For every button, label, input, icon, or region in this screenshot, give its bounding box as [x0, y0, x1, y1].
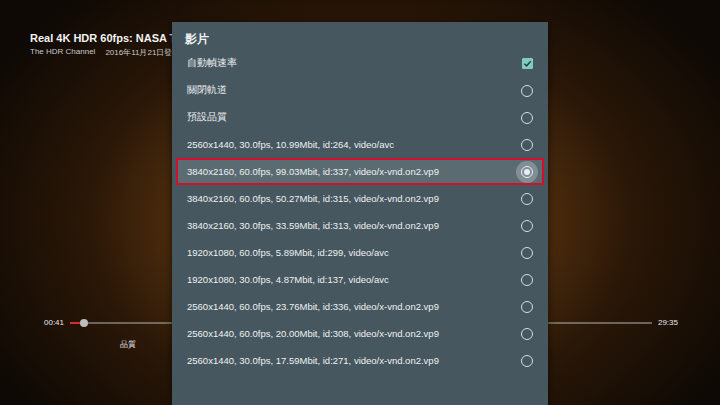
option-label: 2560x1440, 30.0fps, 10.99Mbit, id:264, v… — [187, 139, 394, 150]
radio-icon[interactable] — [516, 215, 538, 237]
video-info: Real 4K HDR 60fps: NASA Th The HDR Chann… — [30, 31, 183, 58]
track-option[interactable]: 3840x2160, 60.0fps, 99.03Mbit, id:337, v… — [176, 158, 544, 185]
radio-icon[interactable] — [516, 188, 538, 210]
track-option[interactable]: 預設品質 — [176, 104, 544, 131]
video-title: Real 4K HDR 60fps: NASA Th — [30, 31, 183, 45]
track-option[interactable]: 3840x2160, 30.0fps, 33.59Mbit, id:313, v… — [176, 212, 544, 239]
video-player: Real 4K HDR 60fps: NASA Th The HDR Chann… — [0, 0, 720, 405]
seek-knob[interactable] — [80, 319, 88, 327]
video-track-dialog: 影片 自動幀速率 關閉軌道 預設品質 2560x1440, 30.0fps, 1… — [172, 22, 548, 405]
track-option[interactable]: 2560x1440, 30.0fps, 17.59Mbit, id:271, v… — [176, 347, 544, 374]
track-option[interactable]: 關閉軌道 — [176, 77, 544, 104]
radio-icon[interactable] — [516, 242, 538, 264]
option-label: 2560x1440, 60.0fps, 23.76Mbit, id:336, v… — [187, 301, 439, 312]
upload-date: 2016年11月21日發 — [105, 47, 172, 58]
option-label: 3840x2160, 60.0fps, 50.27Mbit, id:315, v… — [187, 193, 439, 204]
option-label: 關閉軌道 — [187, 84, 227, 97]
radio-icon[interactable] — [516, 269, 538, 291]
duration-time: 29:35 — [658, 318, 678, 327]
checkbox-icon[interactable] — [522, 58, 533, 69]
radio-icon[interactable] — [516, 323, 538, 345]
radio-icon[interactable] — [516, 350, 538, 372]
dialog-title: 影片 — [172, 30, 548, 48]
radio-icon[interactable] — [516, 80, 538, 102]
track-option[interactable]: 2560x1440, 60.0fps, 20.00Mbit, id:308, v… — [176, 320, 544, 347]
radio-icon[interactable] — [516, 296, 538, 318]
track-option[interactable]: 1920x1080, 30.0fps, 4.87Mbit, id:137, vi… — [176, 266, 544, 293]
track-option[interactable]: 2560x1440, 60.0fps, 23.76Mbit, id:336, v… — [176, 293, 544, 320]
option-label: 自動幀速率 — [187, 57, 237, 70]
track-option[interactable]: 3840x2160, 60.0fps, 50.27Mbit, id:315, v… — [176, 185, 544, 212]
option-label: 3840x2160, 30.0fps, 33.59Mbit, id:313, v… — [187, 220, 439, 231]
radio-icon[interactable] — [516, 134, 538, 156]
option-label: 2560x1440, 60.0fps, 20.00Mbit, id:308, v… — [187, 328, 439, 339]
check-icon — [523, 59, 532, 68]
video-meta: The HDR Channel 2016年11月21日發 — [30, 47, 183, 58]
option-label: 預設品質 — [187, 111, 227, 124]
elapsed-time: 00:41 — [44, 318, 64, 327]
option-label: 1920x1080, 30.0fps, 4.87Mbit, id:137, vi… — [187, 274, 389, 285]
option-label: 1920x1080, 60.0fps, 5.89Mbit, id:299, vi… — [187, 247, 389, 258]
radio-icon[interactable] — [516, 107, 538, 129]
option-label: 2560x1440, 30.0fps, 17.59Mbit, id:271, v… — [187, 355, 439, 366]
track-list: 自動幀速率 關閉軌道 預設品質 2560x1440, 30.0fps, 10.9… — [172, 50, 548, 374]
channel-name[interactable]: The HDR Channel — [30, 47, 95, 58]
track-option[interactable]: 2560x1440, 30.0fps, 10.99Mbit, id:264, v… — [176, 131, 544, 158]
radio-icon[interactable] — [516, 161, 538, 183]
option-label: 3840x2160, 60.0fps, 99.03Mbit, id:337, v… — [187, 166, 439, 177]
track-option[interactable]: 1920x1080, 60.0fps, 5.89Mbit, id:299, vi… — [176, 239, 544, 266]
checkbox-row[interactable]: 自動幀速率 — [176, 50, 544, 77]
